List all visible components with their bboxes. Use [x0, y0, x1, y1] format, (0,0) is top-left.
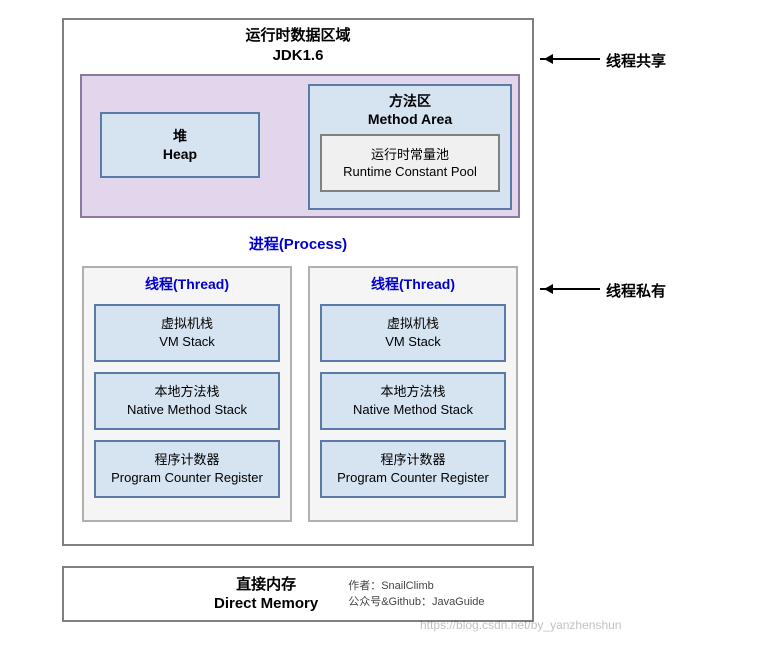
process-label: 进程(Process) — [64, 233, 532, 254]
method-area-title: 方法区 Method Area — [310, 92, 510, 128]
credit-author: 作者：SnailClimb — [348, 578, 484, 595]
method-area-box: 方法区 Method Area 运行时常量池 Runtime Constant … — [308, 84, 512, 210]
direct-memory-label: 直接内存 Direct Memory — [214, 575, 318, 614]
runtime-data-area-box: 运行时数据区域 JDK1.6 堆 Heap 方法区 Method Area 运行… — [62, 18, 534, 546]
vm-stack-right: 虚拟机栈 VM Stack — [320, 304, 506, 362]
method-area-en: Method Area — [310, 110, 510, 128]
arrow-private-icon — [540, 288, 600, 290]
thread-box-right: 线程(Thread) 虚拟机栈 VM Stack 本地方法栈 Native Me… — [308, 266, 518, 522]
rcp-cn: 运行时常量池 — [322, 146, 498, 164]
native-stack-left: 本地方法栈 Native Method Stack — [94, 372, 280, 430]
heap-cn: 堆 — [102, 127, 258, 145]
pc-register-right: 程序计数器 Program Counter Register — [320, 440, 506, 498]
native-stack-right: 本地方法栈 Native Method Stack — [320, 372, 506, 430]
direct-memory-box: 直接内存 Direct Memory 作者：SnailClimb 公众号&Git… — [62, 566, 534, 622]
runtime-constant-pool-box: 运行时常量池 Runtime Constant Pool — [320, 134, 500, 192]
pc-register-left: 程序计数器 Program Counter Register — [94, 440, 280, 498]
thread-shared-area: 堆 Heap 方法区 Method Area 运行时常量池 Runtime Co… — [80, 74, 520, 218]
thread-title-right: 线程(Thread) — [310, 274, 516, 294]
title-sub: JDK1.6 — [64, 46, 532, 66]
watermark: https://blog.csdn.net/by_yanzhenshun — [420, 618, 621, 632]
rcp-en: Runtime Constant Pool — [322, 163, 498, 181]
thread-title-left: 线程(Thread) — [84, 274, 290, 294]
vm-stack-left: 虚拟机栈 VM Stack — [94, 304, 280, 362]
arrow-shared-icon — [540, 58, 600, 60]
title-cn: 运行时数据区域 — [64, 26, 532, 46]
credit-pub: 公众号&Github：JavaGuide — [348, 594, 484, 611]
method-area-cn: 方法区 — [310, 92, 510, 110]
label-thread-shared: 线程共享 — [606, 50, 666, 71]
label-thread-private: 线程私有 — [606, 280, 666, 301]
heap-box: 堆 Heap — [100, 112, 260, 178]
credits: 作者：SnailClimb 公众号&Github：JavaGuide — [348, 578, 484, 611]
thread-box-left: 线程(Thread) 虚拟机栈 VM Stack 本地方法栈 Native Me… — [82, 266, 292, 522]
main-title: 运行时数据区域 JDK1.6 — [64, 26, 532, 65]
heap-en: Heap — [102, 145, 258, 163]
